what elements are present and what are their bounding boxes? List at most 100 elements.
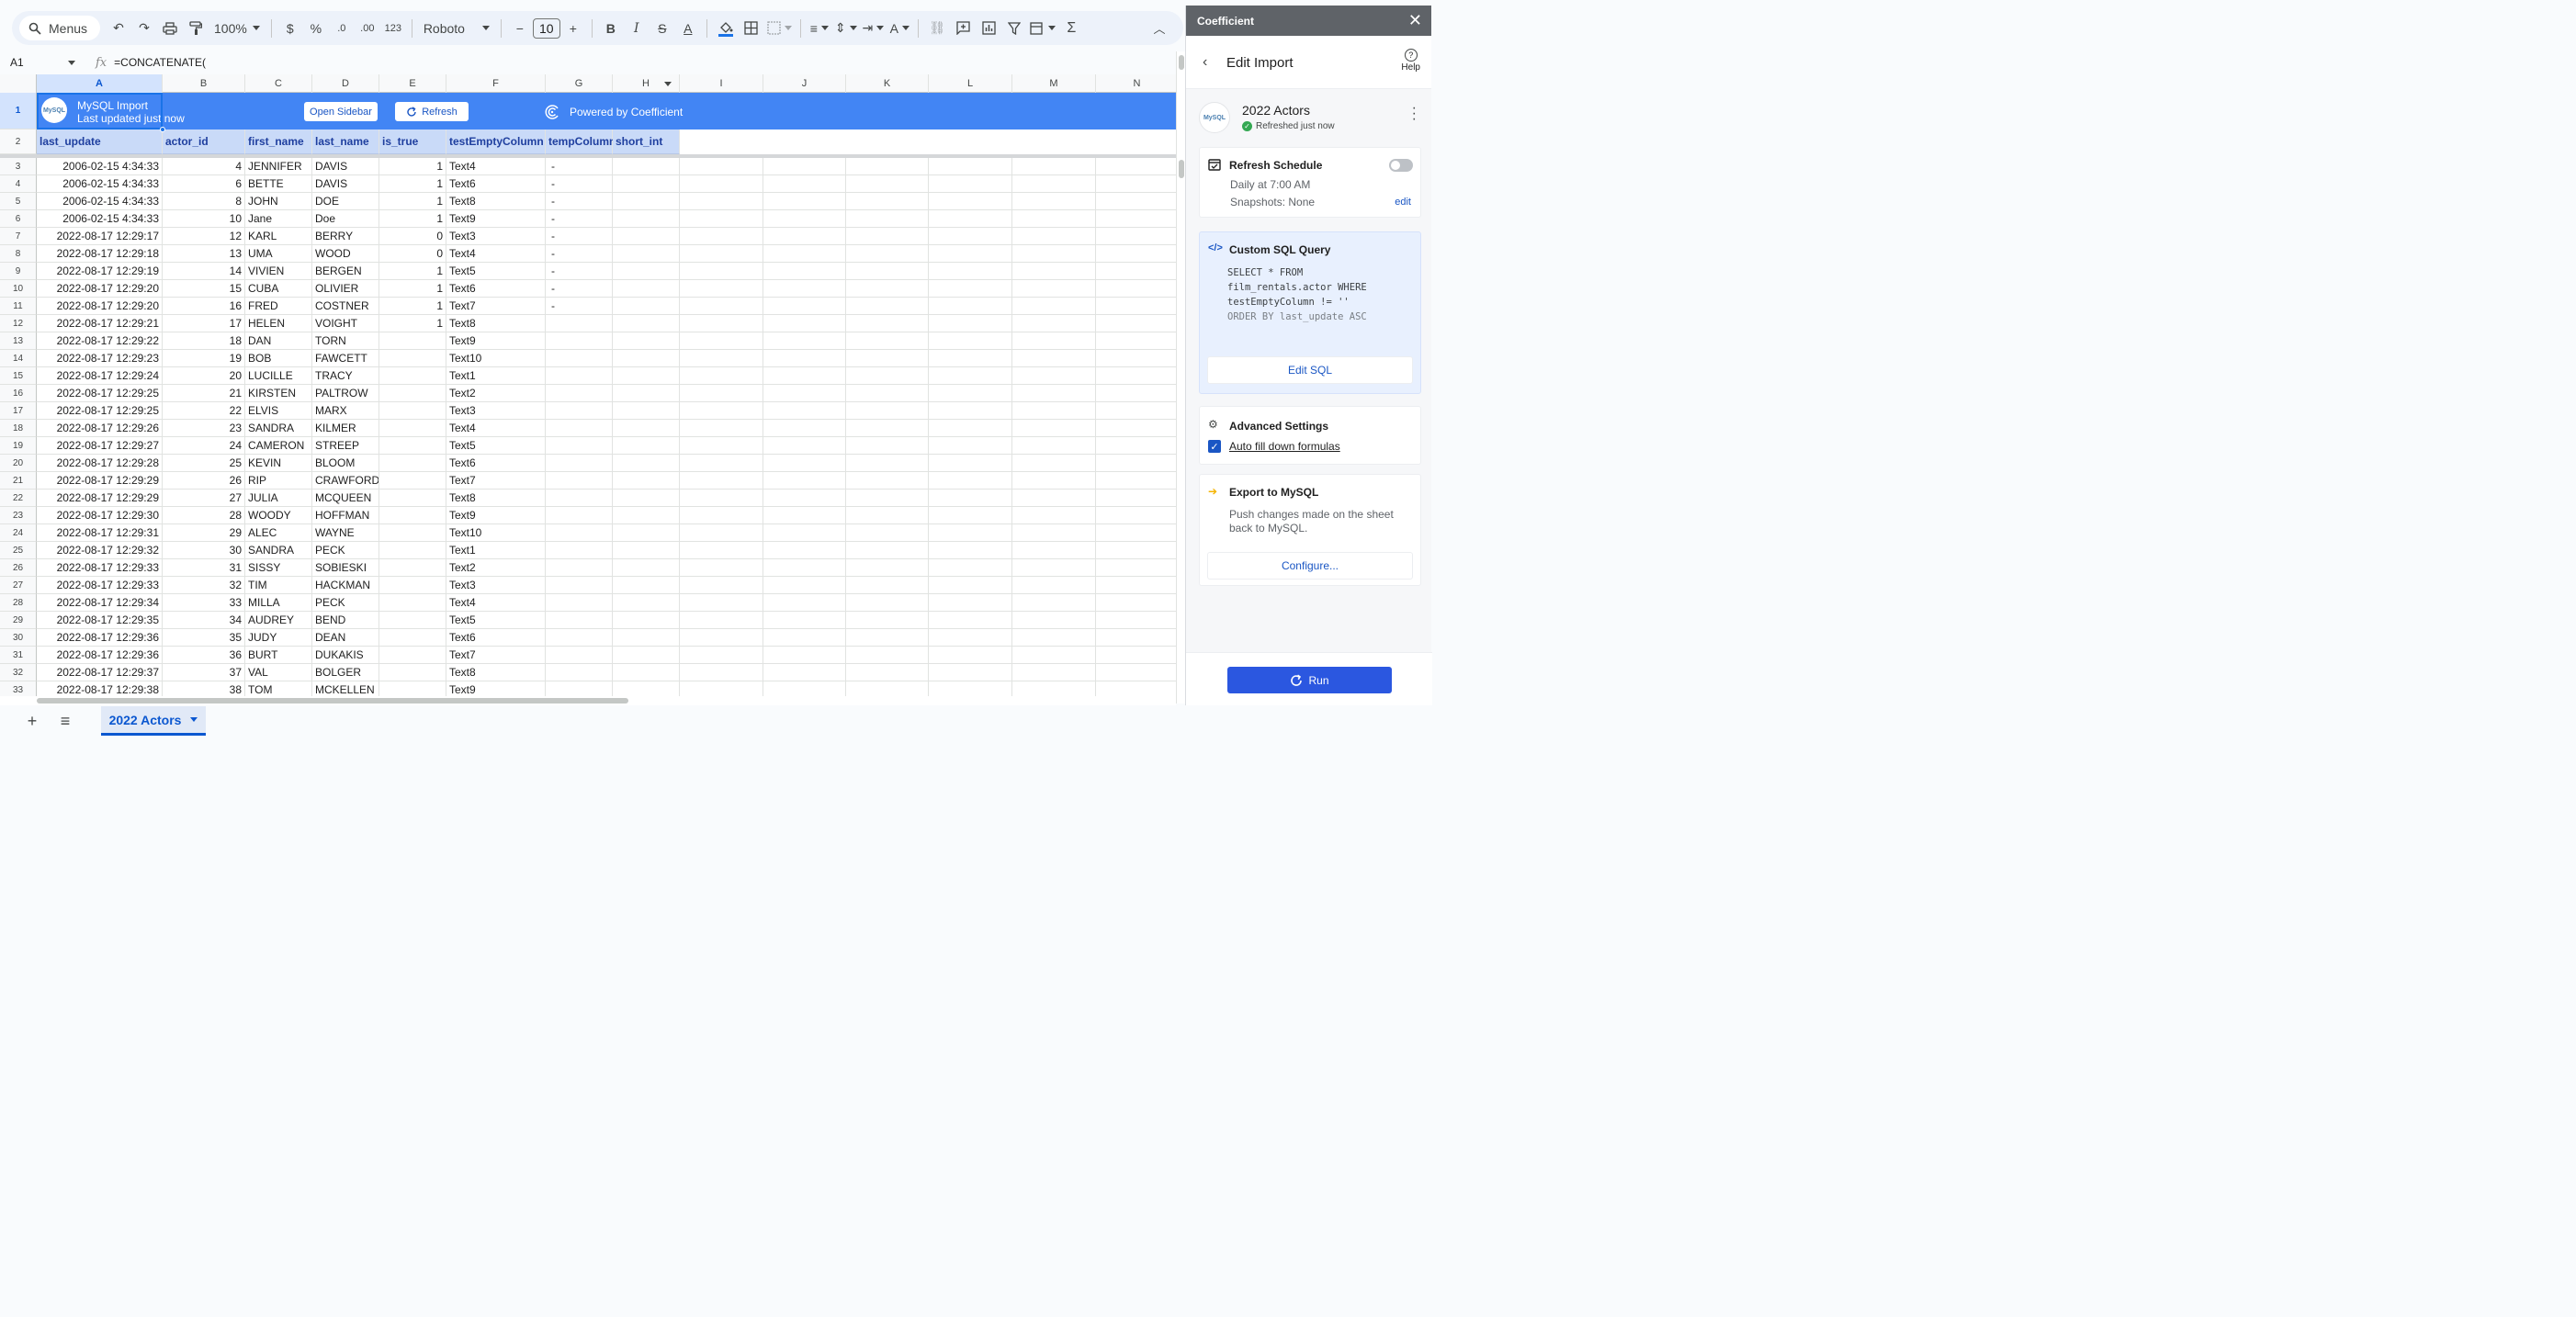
help-button[interactable]: ? Help: [1401, 49, 1420, 73]
name-box[interactable]: A1: [0, 52, 83, 73]
table-cell[interactable]: 2022-08-17 12:29:32: [37, 542, 163, 559]
table-cell[interactable]: [1096, 245, 1176, 263]
table-cell[interactable]: HELEN: [245, 315, 312, 332]
table-cell[interactable]: Text4: [446, 245, 546, 263]
table-cell[interactable]: Text6: [446, 280, 546, 298]
table-cell[interactable]: MCQUEEN: [312, 490, 379, 507]
table-cell[interactable]: [929, 158, 1012, 175]
table-cell[interactable]: [1012, 612, 1096, 629]
table-cell[interactable]: [1096, 298, 1176, 315]
table-cell[interactable]: FAWCETT: [312, 350, 379, 367]
table-cell[interactable]: STREEP: [312, 437, 379, 455]
table-cell[interactable]: [379, 455, 446, 472]
table-cell[interactable]: -: [546, 228, 613, 245]
table-cell[interactable]: [680, 193, 763, 210]
table-cell[interactable]: 27: [163, 490, 245, 507]
table-cell[interactable]: [546, 350, 613, 367]
table-cell[interactable]: [546, 332, 613, 350]
table-cell[interactable]: Text3: [446, 402, 546, 420]
bold-icon[interactable]: B: [598, 16, 624, 41]
table-cell[interactable]: [1012, 420, 1096, 437]
table-cell[interactable]: [1096, 385, 1176, 402]
table-cell[interactable]: [846, 577, 929, 594]
table-cell[interactable]: Text2: [446, 385, 546, 402]
table-cell[interactable]: -: [546, 158, 613, 175]
table-cell[interactable]: [846, 472, 929, 490]
table-cell[interactable]: Text7: [446, 298, 546, 315]
increase-font-size-button[interactable]: +: [560, 16, 586, 41]
table-cell[interactable]: [763, 175, 846, 193]
table-cell[interactable]: [763, 315, 846, 332]
table-cell[interactable]: [929, 612, 1012, 629]
row-header[interactable]: 33: [0, 681, 37, 696]
table-cell[interactable]: MILLA: [245, 594, 312, 612]
table-cell[interactable]: [680, 490, 763, 507]
row-header[interactable]: 22: [0, 490, 37, 507]
table-cell[interactable]: 28: [163, 507, 245, 524]
table-cell[interactable]: 2006-02-15 4:34:33: [37, 158, 163, 175]
table-cell[interactable]: [1096, 629, 1176, 647]
table-cell[interactable]: [613, 629, 680, 647]
table-cell[interactable]: [846, 559, 929, 577]
table-cell[interactable]: WOOD: [312, 245, 379, 263]
table-cell[interactable]: [763, 629, 846, 647]
table-cell[interactable]: [763, 542, 846, 559]
link-icon[interactable]: ⛓: [924, 16, 950, 41]
row-header[interactable]: 30: [0, 629, 37, 647]
table-cell[interactable]: [379, 612, 446, 629]
table-cell[interactable]: [1012, 228, 1096, 245]
table-cell[interactable]: [680, 559, 763, 577]
table-cell[interactable]: [379, 647, 446, 664]
table-cell[interactable]: [846, 175, 929, 193]
column-header[interactable]: L: [929, 74, 1012, 93]
table-cell[interactable]: Text5: [446, 437, 546, 455]
italic-icon[interactable]: I: [624, 16, 650, 41]
table-cell[interactable]: 2022-08-17 12:29:26: [37, 420, 163, 437]
table-cell[interactable]: [763, 524, 846, 542]
table-cell[interactable]: [846, 245, 929, 263]
header-cell[interactable]: actor_id: [163, 129, 245, 154]
table-cell[interactable]: JUDY: [245, 629, 312, 647]
comment-icon[interactable]: [950, 16, 976, 41]
table-cell[interactable]: [929, 577, 1012, 594]
table-cell[interactable]: [763, 350, 846, 367]
align-left-icon[interactable]: ≡: [807, 16, 832, 41]
table-cell[interactable]: [613, 158, 680, 175]
table-cell[interactable]: 1: [379, 158, 446, 175]
table-cell[interactable]: 38: [163, 681, 245, 696]
table-cell[interactable]: Text9: [446, 332, 546, 350]
table-cell[interactable]: TRACY: [312, 367, 379, 385]
table-cell[interactable]: [680, 210, 763, 228]
vertical-scrollbar[interactable]: [1176, 51, 1185, 704]
table-cell[interactable]: [613, 263, 680, 280]
table-cell[interactable]: -: [546, 280, 613, 298]
table-cell[interactable]: Text3: [446, 577, 546, 594]
table-cell[interactable]: [613, 350, 680, 367]
table-cell[interactable]: 2022-08-17 12:29:29: [37, 472, 163, 490]
table-cell[interactable]: 1: [379, 280, 446, 298]
table-cell[interactable]: Jane: [245, 210, 312, 228]
table-cell[interactable]: [929, 385, 1012, 402]
row-header[interactable]: 3: [0, 158, 37, 175]
table-cell[interactable]: [763, 402, 846, 420]
table-cell[interactable]: RIP: [245, 472, 312, 490]
table-cell[interactable]: [379, 402, 446, 420]
table-cell[interactable]: [846, 158, 929, 175]
table-cell[interactable]: [379, 350, 446, 367]
table-cell[interactable]: [929, 332, 1012, 350]
print-icon[interactable]: [157, 16, 183, 41]
table-cell[interactable]: [680, 472, 763, 490]
table-cell[interactable]: Text1: [446, 542, 546, 559]
column-header[interactable]: D: [312, 74, 379, 93]
table-cell[interactable]: VOIGHT: [312, 315, 379, 332]
table-cell[interactable]: [1096, 158, 1176, 175]
table-cell[interactable]: [1012, 332, 1096, 350]
row-header[interactable]: 5: [0, 193, 37, 210]
table-cell[interactable]: [1096, 228, 1176, 245]
horizontal-scrollbar[interactable]: [0, 696, 1176, 705]
table-cell[interactable]: [1012, 524, 1096, 542]
table-cell[interactable]: Text9: [446, 507, 546, 524]
table-cell[interactable]: [1096, 455, 1176, 472]
table-cell[interactable]: [1012, 350, 1096, 367]
filter-icon[interactable]: [1001, 16, 1027, 41]
